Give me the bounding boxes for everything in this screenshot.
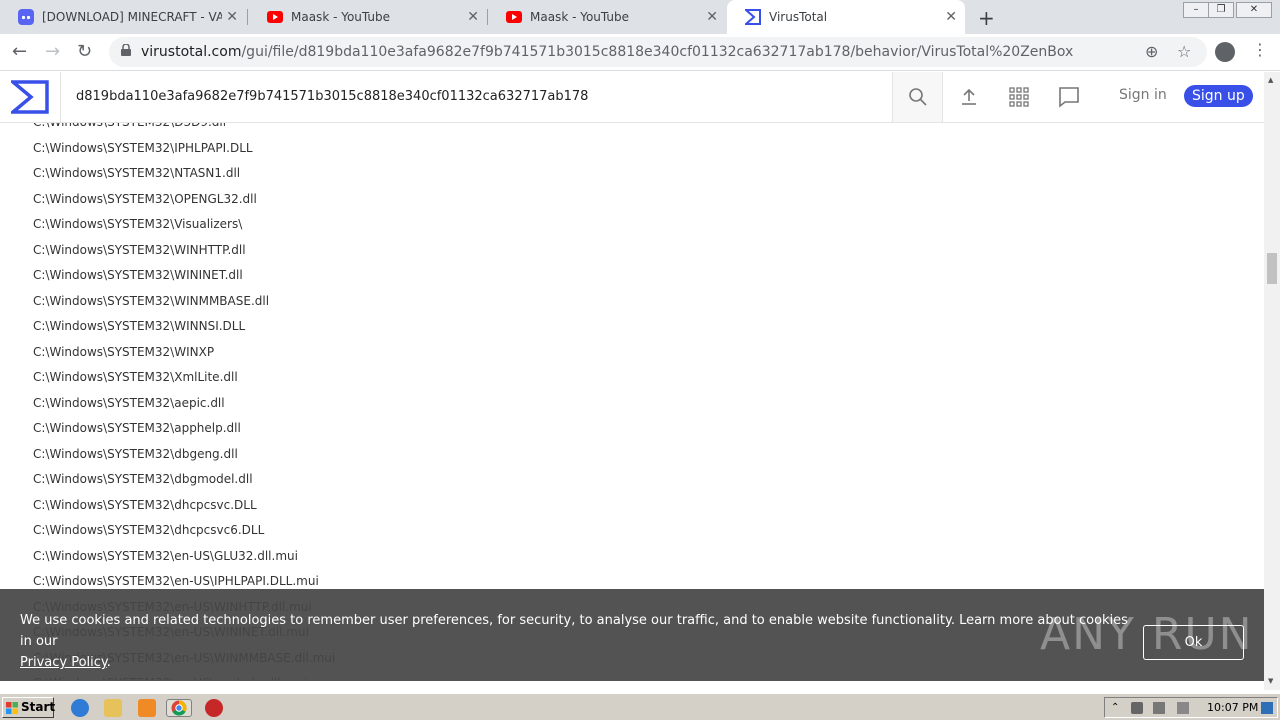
tab-virustotal[interactable]: VirusTotal ✕ [727,0,965,34]
reload-icon[interactable]: ↻ [77,41,92,62]
back-icon[interactable]: ← [12,41,27,62]
explorer-folder-icon[interactable] [104,699,122,717]
file-path-row: C:\Windows\SYSTEM32\NTASN1.dll [33,166,241,180]
file-path-row: C:\Windows\SYSTEM32\WINNSI.DLL [33,319,246,333]
file-path-row: C:\Windows\SYSTEM32\WININET.dll [33,268,243,282]
file-path-row: C:\Windows\SYSTEM32\en-US\GLU32.dll.mui [33,548,298,563]
clock: 10:07 PM [1207,701,1259,714]
windows-flag-icon [6,702,18,714]
close-icon[interactable]: ✕ [706,9,718,25]
header-divider [60,72,61,122]
lock-icon [121,44,131,56]
tray-expand-icon[interactable]: ⌃ [1111,702,1123,714]
chrome-taskbar-button[interactable] [166,699,192,717]
windows-taskbar: Start ⌃ 10:07 PM [0,693,1280,720]
menu-dots-icon[interactable]: ⋮ [1252,40,1268,59]
network-icon[interactable] [1153,702,1165,714]
browser-toolbar: ← → ↻ virustotal.com/gui/file/d819bda110… [0,34,1280,71]
file-path-row: C:\Windows\SYSTEM32\WINMMBASE.dll [33,293,270,308]
scrollbar-thumb[interactable] [1267,253,1277,284]
opera-icon[interactable] [205,699,223,717]
action-center-flag-icon[interactable] [1177,702,1189,714]
tab-title: VirusTotal [769,10,828,24]
forward-icon[interactable]: → [45,41,60,62]
file-path-row: C:\Windows\SYSTEM32\WINHTTP.dll [33,242,246,257]
cookie-text: We use cookies and related technologies … [20,613,1128,649]
virustotal-logo-icon[interactable] [11,80,49,114]
search-input[interactable]: d819bda110e3afa9682e7f9b741571b3015c8818… [76,89,588,104]
file-path-row: C:\Windows\SYSTEM32\OPENGL32.dll [33,191,257,206]
youtube-icon [506,9,522,25]
address-bar[interactable]: virustotal.com/gui/file/d819bda110e3afa9… [109,37,1207,67]
file-path-row: C:\Windows\SYSTEM32\XmlLite.dll [33,370,238,384]
tab-discord[interactable]: [DOWNLOAD] MINECRAFT - VAPE V ✕ [0,0,246,34]
file-path-row: C:\Windows\SYSTEM32\Visualizers\ [33,217,243,231]
file-path-row: C:\Windows\SYSTEM32\dhcpcsvc.DLL [33,497,257,512]
file-path-row: C:\Windows\SYSTEM32\WINXP [33,344,215,359]
volume-icon[interactable] [1131,702,1143,714]
privacy-policy-link[interactable]: Privacy Policy [20,655,107,670]
page-scrollbar[interactable]: ▲ ▼ [1264,72,1280,690]
url-text: virustotal.com/gui/file/d819bda110e3afa9… [141,44,1073,60]
upload-icon[interactable] [958,86,980,108]
url-host: virustotal.com [141,44,242,60]
search-button[interactable] [892,72,943,122]
bookmark-star-icon[interactable]: ☆ [1177,42,1191,61]
close-icon[interactable]: ✕ [226,9,238,25]
minimize-button[interactable]: – [1183,2,1209,18]
internet-explorer-icon[interactable] [71,699,89,717]
tab-strip: [DOWNLOAD] MINECRAFT - VAPE V ✕ Maask - … [0,0,1280,34]
file-path-row: C:\Windows\SYSTEM32\dbgmodel.dll [33,472,253,486]
new-tab-button[interactable]: + [978,6,995,30]
tab-title: Maask - YouTube [291,10,391,24]
close-icon[interactable]: ✕ [945,9,957,25]
search-icon [909,88,927,106]
profile-avatar-icon[interactable] [1215,42,1235,62]
start-button[interactable]: Start [2,697,56,718]
tab-youtube-1[interactable]: Maask - YouTube ✕ [249,0,487,34]
file-path-row: C:\Windows\SYSTEM32\apphelp.dll [33,421,241,435]
sign-in-link[interactable]: Sign in [1119,87,1167,103]
tab-youtube-2[interactable]: Maask - YouTube ✕ [488,0,726,34]
youtube-icon [267,9,283,25]
system-tray: ⌃ 10:07 PM [1104,697,1278,718]
chat-icon[interactable] [1058,86,1080,108]
tab-divider [247,9,248,25]
media-player-icon[interactable] [138,699,156,717]
cookie-ok-button[interactable]: Ok [1143,625,1244,660]
file-path-row: C:\Windows\SYSTEM32\D3D9.dll [33,123,335,136]
sign-up-button[interactable]: Sign up [1184,85,1253,107]
show-desktop-icon[interactable] [1261,702,1273,714]
file-path-row: C:\Windows\SYSTEM32\dbgeng.dll [33,446,238,461]
scroll-up-icon[interactable]: ▲ [1268,76,1273,84]
cookie-link-suffix: . [106,655,111,670]
tab-title: [DOWNLOAD] MINECRAFT - VAPE V [42,10,222,24]
restore-button[interactable]: ❐ [1208,2,1234,18]
install-icon[interactable]: ⊕ [1145,42,1158,61]
close-window-button[interactable]: ✕ [1236,2,1272,18]
apps-grid-icon[interactable] [1008,86,1030,108]
cookie-banner: ANY RUN We use cookies and related techn… [0,589,1264,681]
virustotal-icon [745,9,761,25]
url-path: /gui/file/d819bda110e3afa9682e7f9b741571… [241,44,1074,60]
file-path-row: C:\Windows\SYSTEM32\aepic.dll [33,395,225,410]
cookie-message: We use cookies and related technologies … [20,610,1130,673]
chrome-icon [171,700,187,716]
close-icon[interactable]: ✕ [467,9,479,25]
file-path-row: C:\Windows\SYSTEM32\dhcpcsvc6.DLL [33,523,265,537]
start-label: Start [21,700,56,714]
tab-title: Maask - YouTube [530,10,630,24]
scroll-down-icon[interactable]: ▼ [1268,677,1273,685]
file-path-row: C:\Windows\SYSTEM32\IPHLPAPI.DLL [33,140,253,155]
vt-header: d819bda110e3afa9682e7f9b741571b3015c8818… [0,72,1264,123]
discord-icon [18,9,34,25]
